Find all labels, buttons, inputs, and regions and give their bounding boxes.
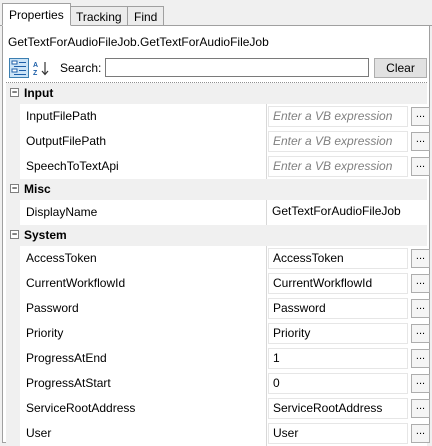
property-value-field[interactable]: AccessToken [268,248,408,269]
property-row-password: Password Password... [6,296,430,321]
property-name: AccessToken [26,251,97,265]
property-row-speechtotextapi: SpeechToTextApi Enter a VB expression... [6,154,430,179]
property-value-field[interactable]: 0 [268,373,408,394]
property-name: DisplayName [26,205,98,219]
alphabetical-sort-icon: A Z [33,62,49,76]
expression-editor-button[interactable]: ... [411,132,430,151]
tab-strip: Properties Tracking Find [0,0,432,26]
tab-properties[interactable]: Properties [2,3,71,26]
expression-editor-button[interactable]: ... [411,399,430,418]
property-row-progressatend: ProgressAtEnd 1... [6,346,430,371]
property-name: ProgressAtStart [26,376,111,390]
categorized-view-icon [11,60,26,75]
category-misc[interactable]: − Misc [6,179,427,200]
property-value-field[interactable]: GetTextForAudioFileJob [268,202,408,223]
expression-editor-button[interactable]: ... [411,157,430,176]
category-label: Misc [24,182,51,196]
property-row-progressatstart: ProgressAtStart 0... [6,371,430,396]
property-name: OutputFilePath [26,134,107,148]
expression-editor-button[interactable]: ... [411,424,430,443]
property-name: ServiceRootAddress [26,401,136,415]
property-row-currentworkflowid: CurrentWorkflowId CurrentWorkflowId... [6,271,430,296]
property-grid: − Input InputFilePath Enter a VB expression… [6,82,430,446]
clear-button[interactable]: Clear [374,58,427,78]
properties-panel: GetTextForAudioFileJob.GetTextForAudioFi… [2,25,430,446]
property-value-field[interactable]: ServiceRootAddress [268,398,408,419]
expression-editor-button[interactable]: ... [411,324,430,343]
property-toolbar: A Z Search: Clear [6,56,428,80]
category-label: System [24,228,67,242]
property-name: InputFilePath [26,109,97,123]
expression-editor-button[interactable]: ... [411,249,430,268]
category-system[interactable]: − System [6,225,427,246]
collapse-icon[interactable]: − [10,88,19,97]
category-input[interactable]: − Input [6,83,427,104]
search-label: Search: [60,61,102,75]
activity-title: GetTextForAudioFileJob.GetTextForAudioFi… [8,35,269,49]
property-value-field[interactable]: Enter a VB expression [268,156,408,177]
property-row-displayname: DisplayName GetTextForAudioFileJob [6,200,427,225]
property-value-field[interactable]: Priority [268,323,408,344]
property-row-user: User User... [6,421,430,446]
property-name: Password [26,301,79,315]
property-row-servicerootaddress: ServiceRootAddress ServiceRootAddress... [6,396,430,421]
tab-tracking[interactable]: Tracking [69,6,129,26]
collapse-icon[interactable]: − [10,184,19,193]
property-value-field[interactable]: User [268,423,408,444]
tab-find[interactable]: Find [127,6,165,26]
property-value-field[interactable]: Enter a VB expression [268,106,408,127]
property-value-field[interactable]: CurrentWorkflowId [268,273,408,294]
collapse-icon[interactable]: − [10,230,19,239]
property-row-inputfilepath: InputFilePath Enter a VB expression... [6,104,430,129]
property-name: User [26,426,52,440]
property-name: SpeechToTextApi [26,159,119,173]
property-value-field[interactable]: Enter a VB expression [268,131,408,152]
categorized-view-button[interactable] [9,58,29,78]
property-value-field[interactable]: 1 [268,348,408,369]
alphabetical-sort-button[interactable]: A Z [32,58,52,78]
property-name: ProgressAtEnd [26,351,107,365]
expression-editor-button[interactable]: ... [411,349,430,368]
search-input[interactable] [105,58,369,77]
svg-text:Z: Z [33,70,38,76]
expression-editor-button[interactable]: ... [411,299,430,318]
property-row-outputfilepath: OutputFilePath Enter a VB expression... [6,129,430,154]
expression-editor-button[interactable]: ... [411,274,430,293]
property-name: Priority [26,326,64,340]
svg-text:A: A [33,62,38,69]
property-value-field[interactable]: Password [268,298,408,319]
property-name: CurrentWorkflowId [26,276,126,290]
expression-editor-button[interactable]: ... [411,374,430,393]
expression-editor-button[interactable]: ... [411,107,430,126]
property-row-priority: Priority Priority... [6,321,430,346]
category-label: Input [24,86,54,100]
property-row-accesstoken: AccessToken AccessToken... [6,246,430,271]
